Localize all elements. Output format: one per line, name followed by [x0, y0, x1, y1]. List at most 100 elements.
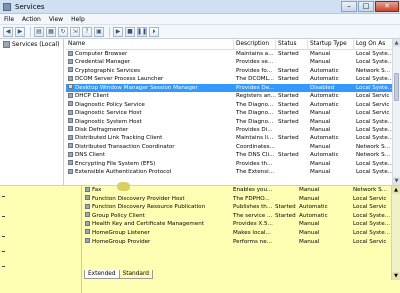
service-name-cell: Credential Manager — [66, 58, 234, 66]
service-status — [274, 229, 298, 238]
service-name-cell: Diagnostic Service Host — [66, 109, 234, 117]
table-row[interactable]: Distributed Transaction Coordinator Coord… — [66, 143, 400, 151]
service-name-cell: Health Key and Certificate Management — [84, 220, 232, 229]
service-startup-type: Manual — [310, 59, 331, 66]
tree-item-label: Services (Local) — [12, 41, 60, 48]
column-header-description[interactable]: Description — [234, 39, 276, 49]
menu-file[interactable]: File — [0, 16, 18, 23]
table-row[interactable]: Computer Browser Maintains a... Started Man… — [66, 50, 400, 58]
service-name: Diagnostic Policy Service — [75, 101, 145, 108]
service-description: The Diagno... — [236, 110, 274, 117]
table-row[interactable]: Function Discovery Provider Host The FDPH… — [84, 195, 390, 204]
tab-extended[interactable]: Extended — [84, 270, 120, 279]
tree-tick — [2, 216, 5, 217]
close-button[interactable]: ✕ — [375, 1, 399, 12]
service-name: Extensible Authentication Protocol — [75, 169, 172, 176]
service-name: Group Policy Client — [92, 212, 145, 219]
table-row[interactable]: DCOM Server Process Launcher The DCOML...… — [66, 75, 400, 83]
table-row[interactable]: Distributed Link Tracking Client Maintain… — [66, 134, 400, 142]
service-name: Function Discovery Resource Publication — [92, 204, 206, 211]
scroll-thumb[interactable] — [394, 73, 399, 101]
table-row[interactable]: Cryptographic Services Provides fo... Star… — [66, 67, 400, 75]
table-row[interactable]: Diagnostic Policy Service The Diagno... St… — [66, 101, 400, 109]
service-name-cell: HomeGroup Listener — [84, 229, 232, 238]
pause-icon[interactable]: ❚❚ — [137, 26, 147, 37]
service-description: The DCOML... — [236, 76, 275, 83]
service-description: Registers an... — [236, 93, 276, 100]
service-startup-type: Automatic — [310, 93, 339, 100]
table-row[interactable]: HomeGroup Listener Makes local... Manual Lo… — [84, 229, 390, 238]
service-description: The FDPHO... — [233, 195, 270, 202]
column-header-status[interactable]: Status — [276, 39, 308, 49]
scroll-down-icon[interactable]: ▼ — [392, 272, 400, 280]
tab-standard[interactable]: Standard — [118, 270, 153, 279]
service-name: HomeGroup Listener — [92, 229, 150, 236]
scroll-down-icon[interactable]: ▼ — [393, 177, 400, 185]
service-name-cell: Function Discovery Provider Host — [84, 195, 232, 204]
table-row[interactable]: Encrypting File System (EFS) Provides th.… — [66, 160, 400, 168]
table-row[interactable]: Extensible Authentication Protocol The Ex… — [66, 168, 400, 176]
service-name-cell: Encrypting File System (EFS) — [66, 160, 234, 168]
table-row[interactable]: Credential Manager Provides se... Manual Lo… — [66, 58, 400, 66]
table-row[interactable]: Group Policy Client The service ... Starte… — [84, 212, 390, 221]
service-description: Provides Di... — [236, 126, 273, 133]
restart-icon[interactable]: ⏵ — [149, 26, 159, 37]
service-name-cell: DHCP Client — [66, 92, 234, 100]
service-gear-icon — [68, 50, 73, 56]
table-row[interactable]: DNS Client The DNS Cli... Started Automatic… — [66, 151, 400, 159]
service-description: Enables you... — [233, 187, 273, 193]
table-row[interactable]: Desktop Window Manager Session Manager Pr… — [66, 83, 400, 93]
service-description: Provides De... — [236, 84, 275, 91]
service-gear-icon — [68, 84, 73, 90]
overlay-window: Fax Enables you... Manual Network S... Funct… — [0, 185, 400, 293]
tree-tick — [2, 251, 5, 252]
table-row[interactable]: Function Discovery Resource Publication P… — [84, 203, 390, 212]
table-row[interactable]: Diagnostic Service Host The Diagno... Star… — [66, 109, 400, 117]
service-name-cell: Diagnostic Policy Service — [66, 101, 234, 109]
service-gear-icon — [68, 151, 73, 157]
view-tabs: Extended Standard — [84, 270, 153, 279]
view-icon[interactable]: ▣ — [94, 26, 104, 37]
stop-icon[interactable]: ■ — [125, 26, 135, 37]
service-name: Health Key and Certificate Management — [92, 221, 205, 228]
service-description: Provides th... — [236, 160, 273, 167]
scroll-up-icon[interactable]: ▲ — [392, 186, 400, 194]
minimize-button[interactable]: – — [341, 1, 357, 12]
table-row[interactable]: Diagnostic System Host The Diagno... Start… — [66, 118, 400, 126]
service-status: Started — [275, 204, 296, 211]
table-row[interactable]: Health Key and Certificate Management Pro… — [84, 220, 390, 229]
maximize-button[interactable]: □ — [358, 1, 374, 12]
service-name-cell: DCOM Server Process Launcher — [66, 75, 234, 83]
export-icon[interactable]: ⇲ — [70, 26, 80, 37]
service-name-cell: Distributed Link Tracking Client — [66, 134, 234, 142]
tree-tick — [2, 266, 5, 267]
service-startup-type: Automatic — [299, 212, 328, 219]
start-icon[interactable]: ▶ — [113, 26, 123, 37]
console-tree-icon[interactable]: ▤ — [34, 26, 44, 37]
service-name: DNS Client — [75, 152, 106, 159]
table-row[interactable]: DHCP Client Registers an... Started Automat… — [66, 92, 400, 100]
refresh-icon[interactable]: ↻ — [58, 26, 68, 37]
column-header-name[interactable]: Name — [66, 39, 234, 49]
help-icon[interactable]: ? — [82, 26, 92, 37]
menu-action[interactable]: Action — [18, 16, 45, 23]
table-row[interactable]: Disk Defragmenter Provides Di... Manual Loc… — [66, 126, 400, 134]
title-bar: Services – □ ✕ — [0, 0, 400, 14]
menu-help[interactable]: Help — [67, 16, 89, 23]
menu-view[interactable]: View — [45, 16, 67, 23]
properties-icon[interactable]: ▦ — [46, 26, 56, 37]
back-icon[interactable]: ◀ — [3, 26, 13, 37]
service-status — [276, 84, 308, 92]
service-startup-type: Manual — [310, 160, 331, 167]
overlay-vertical-scrollbar[interactable]: ▲ ▼ — [391, 186, 400, 280]
service-startup-type: Manual — [299, 229, 320, 236]
toolbar-separator — [109, 26, 110, 37]
column-header-startup-type[interactable]: Startup Type — [308, 39, 354, 49]
scroll-up-icon[interactable]: ▲ — [393, 39, 400, 47]
forward-icon[interactable]: ▶ — [15, 26, 25, 37]
service-log-on-as: Local Syste... — [353, 229, 390, 236]
service-name-cell: Function Discovery Resource Publication — [84, 203, 232, 212]
vertical-scrollbar[interactable]: ▲ ▼ — [392, 39, 400, 185]
table-row[interactable]: HomeGroup Provider Performs ne... Manual Lo… — [84, 238, 390, 247]
tree-item-services-local[interactable]: Services (Local) — [0, 39, 63, 50]
